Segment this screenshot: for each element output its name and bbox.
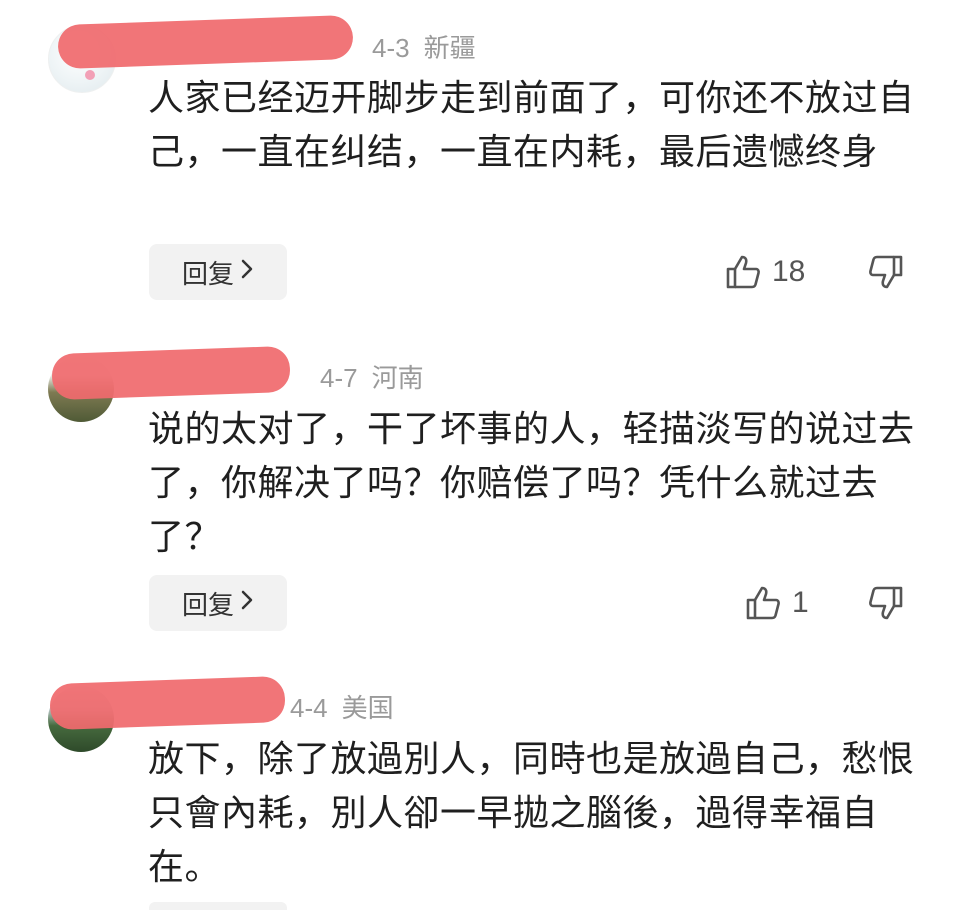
chevron-right-icon <box>240 589 254 617</box>
comment-date: 4-7 <box>320 363 358 393</box>
reply-button[interactable]: 回复 <box>149 575 287 631</box>
redacted-username <box>49 675 286 731</box>
reply-label: 回复 <box>181 590 234 621</box>
chevron-right-icon <box>240 258 254 286</box>
dislike-button[interactable] <box>866 244 906 300</box>
thumbs-down-icon <box>867 253 905 291</box>
redacted-username <box>57 14 354 70</box>
comment-location: 河南 <box>371 363 424 393</box>
comment-text: 放下，除了放過別人，同時也是放過自己，愁恨只會內耗，別人卻一早拋之腦後，過得幸福… <box>148 739 915 888</box>
comment-location: 美国 <box>341 693 394 723</box>
thumbs-up-icon <box>744 584 782 622</box>
reply-button[interactable] <box>149 902 287 910</box>
comment-date: 4-3 <box>372 33 410 63</box>
comment-date: 4-4 <box>290 693 328 723</box>
redacted-username <box>51 345 291 401</box>
like-count: 1 <box>792 586 809 619</box>
comment-text: 人家已经迈开脚步走到前面了，可你还不放过自己，一直在纠结，一直在内耗，最后遗憾终… <box>148 78 915 173</box>
like-button[interactable]: 1 <box>744 575 809 631</box>
reply-label: 回复 <box>181 259 234 290</box>
dislike-button[interactable] <box>866 575 906 631</box>
like-button[interactable]: 18 <box>724 244 805 300</box>
comment-location: 新疆 <box>423 33 476 63</box>
thumbs-up-icon <box>724 253 762 291</box>
comment-meta: 4-7 河南 <box>320 358 424 395</box>
comment-text: 说的太对了，干了坏事的人，轻描淡写的说过去了，你解决了吗？你赔偿了吗？凭什么就过… <box>148 409 915 558</box>
thumbs-down-icon <box>867 584 905 622</box>
like-count: 18 <box>772 255 806 288</box>
comment-meta: 4-4 美国 <box>290 688 394 725</box>
comment-meta: 4-3 新疆 <box>372 28 476 65</box>
reply-button[interactable]: 回复 <box>149 244 287 300</box>
